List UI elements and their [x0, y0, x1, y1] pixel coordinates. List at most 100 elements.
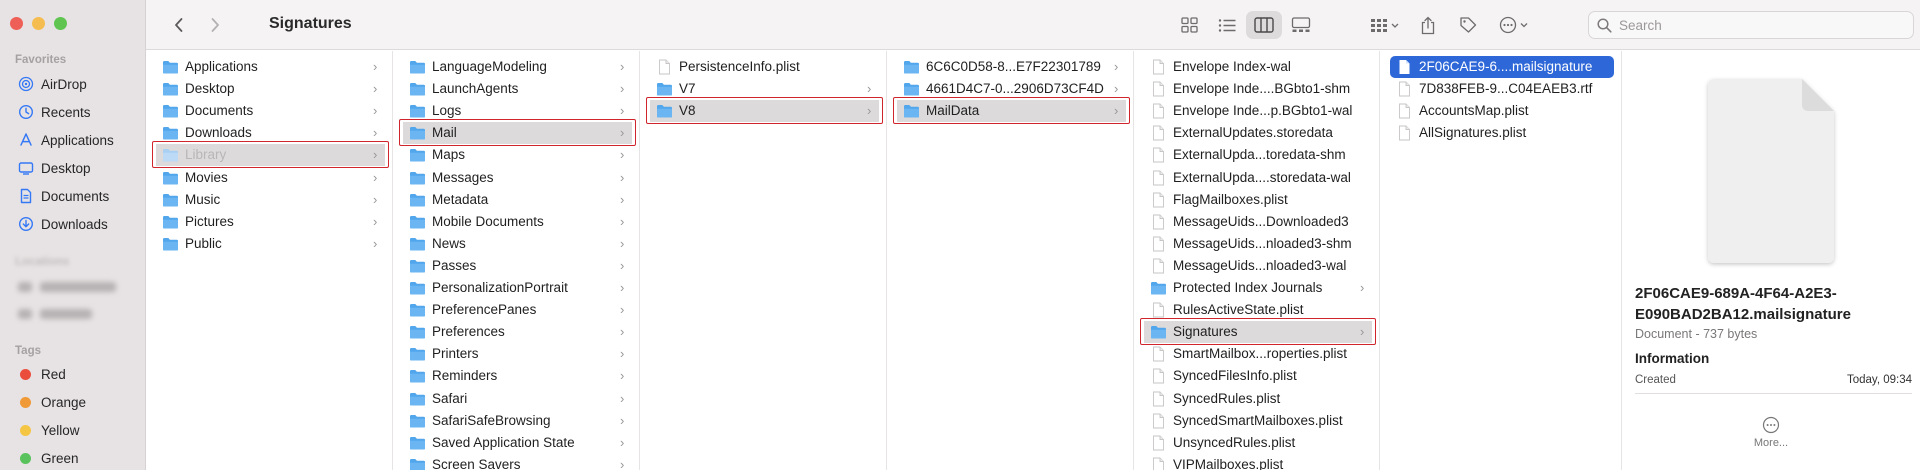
folder-row[interactable]: Preferences ›: [394, 321, 639, 343]
sidebar-item-applications[interactable]: Applications: [18, 129, 114, 151]
file-row[interactable]: MessageUids...nloaded3-wal: [1135, 255, 1379, 277]
sidebar-item-network-redacted[interactable]: [18, 306, 92, 322]
file-row[interactable]: Envelope Inde....BGbto1-shm: [1135, 78, 1379, 100]
sidebar-item-location-redacted[interactable]: [18, 279, 116, 295]
sidebar-item-recents[interactable]: Recents: [18, 101, 91, 123]
folder-row[interactable]: Messages ›: [394, 167, 639, 189]
zoom-window-button[interactable]: [54, 17, 67, 30]
file-row[interactable]: SyncedFilesInfo.plist: [1135, 365, 1379, 387]
file-row[interactable]: SmartMailbox...roperties.plist: [1135, 343, 1379, 365]
folder-row[interactable]: PersonalizationPortrait ›: [394, 277, 639, 299]
file-row[interactable]: VIPMailboxes.plist: [1135, 454, 1379, 470]
close-window-button[interactable]: [10, 17, 23, 30]
group-by-button[interactable]: [1364, 0, 1406, 50]
folder-row[interactable]: 4661D4C7-0...2906D73CF4D ›: [888, 78, 1133, 100]
folder-row[interactable]: Passes ›: [394, 255, 639, 277]
row-label: ExternalUpda...toredata-shm: [1173, 147, 1346, 163]
file-row[interactable]: RulesActiveState.plist: [1135, 299, 1379, 321]
file-row[interactable]: ExternalUpda...toredata-shm: [1135, 144, 1379, 166]
row-label: 2F06CAE9-6....mailsignature: [1419, 59, 1593, 74]
file-row[interactable]: ExternalUpdates.storedata: [1135, 122, 1379, 144]
folder-row[interactable]: Saved Application State ›: [394, 432, 639, 454]
file-row[interactable]: PersistenceInfo.plist: [641, 56, 886, 78]
folder-row[interactable]: Screen Savers ›: [394, 454, 639, 470]
document-icon: [1153, 457, 1164, 470]
folder-row[interactable]: Movies ›: [147, 167, 392, 189]
preview-created-label: Created: [1635, 374, 1676, 386]
sidebar-tag-orange[interactable]: Orange: [18, 391, 86, 413]
folder-row[interactable]: PreferencePanes ›: [394, 299, 639, 321]
folder-row[interactable]: Documents ›: [147, 100, 392, 122]
file-row[interactable]: Envelope Index-wal: [1135, 56, 1379, 78]
row-label: Preferences: [432, 324, 505, 340]
file-row[interactable]: AccountsMap.plist: [1381, 100, 1621, 122]
file-row[interactable]: SyncedSmartMailboxes.plist: [1135, 410, 1379, 432]
row-label: RulesActiveState.plist: [1173, 302, 1304, 318]
search-field[interactable]: [1588, 11, 1914, 39]
minimize-window-button[interactable]: [32, 17, 45, 30]
folder-row[interactable]: SafariSafeBrowsing ›: [394, 410, 639, 432]
file-row[interactable]: ExternalUpda....storedata-wal: [1135, 167, 1379, 189]
folder-row[interactable]: Logs ›: [394, 100, 639, 122]
sidebar-tag-red[interactable]: Red: [18, 363, 66, 385]
folder-row[interactable]: LanguageModeling ›: [394, 56, 639, 78]
folder-row[interactable]: V7 ›: [641, 78, 886, 100]
folder-row[interactable]: LaunchAgents ›: [394, 78, 639, 100]
sidebar-item-airdrop[interactable]: AirDrop: [18, 73, 87, 95]
row-label: Signatures: [1173, 324, 1238, 340]
chevron-right-icon: ›: [620, 257, 625, 273]
file-row[interactable]: MessageUids...nloaded3-shm: [1135, 233, 1379, 255]
folder-row[interactable]: MailData ›: [897, 100, 1126, 123]
file-row[interactable]: MessageUids...Downloaded3: [1135, 211, 1379, 233]
folder-row[interactable]: Reminders ›: [394, 365, 639, 387]
sidebar-item-documents[interactable]: Documents: [18, 185, 109, 207]
folder-row[interactable]: Protected Index Journals ›: [1135, 277, 1379, 299]
forward-button[interactable]: [202, 0, 228, 50]
sidebar-tag-green[interactable]: Green: [18, 447, 79, 469]
folder-row[interactable]: Signatures ›: [1144, 321, 1372, 344]
file-row[interactable]: 7D838FEB-9...C04EAEB3.rtf: [1381, 78, 1621, 100]
sidebar-tag-yellow[interactable]: Yellow: [18, 419, 80, 441]
sidebar-item-label: Red: [41, 366, 66, 382]
column-view-button[interactable]: [1246, 11, 1282, 39]
list-view-button[interactable]: [1209, 0, 1245, 50]
folder-row[interactable]: Public ›: [147, 233, 392, 255]
folder-row[interactable]: Printers ›: [394, 343, 639, 365]
tags-button[interactable]: [1452, 0, 1484, 50]
folder-row[interactable]: Pictures ›: [147, 211, 392, 233]
chevron-right-icon: ›: [867, 81, 872, 97]
folder-row[interactable]: Music ›: [147, 189, 392, 211]
folder-row[interactable]: Desktop ›: [147, 78, 392, 100]
folder-row[interactable]: Applications ›: [147, 56, 392, 78]
file-row[interactable]: UnsyncedRules.plist: [1135, 432, 1379, 454]
file-row[interactable]: AllSignatures.plist: [1381, 122, 1621, 144]
icon-view-button[interactable]: [1172, 0, 1208, 50]
document-icon: [1153, 346, 1164, 362]
sidebar-item-downloads[interactable]: Downloads: [18, 213, 108, 235]
sidebar-item-desktop[interactable]: Desktop: [18, 157, 91, 179]
folder-row[interactable]: V8 ›: [650, 100, 879, 123]
folder-row[interactable]: Mail ›: [403, 122, 632, 145]
folder-row[interactable]: Metadata ›: [394, 189, 639, 211]
folder-row[interactable]: 6C6C0D58-8...E7F22301789 ›: [888, 56, 1133, 78]
more-actions-button[interactable]: [1494, 0, 1536, 50]
sidebar-item-label: Orange: [41, 394, 87, 410]
folder-row[interactable]: Mobile Documents ›: [394, 211, 639, 233]
search-input[interactable]: [1619, 17, 1899, 33]
folder-row[interactable]: Safari ›: [394, 388, 639, 410]
file-row[interactable]: FlagMailboxes.plist: [1135, 189, 1379, 211]
gallery-view-button[interactable]: [1283, 0, 1319, 50]
preview-divider: [1635, 393, 1912, 394]
folder-row[interactable]: Downloads ›: [147, 122, 392, 144]
folder-row[interactable]: Library ›: [156, 144, 385, 167]
chevron-right-icon: ›: [620, 412, 625, 428]
folder-row[interactable]: News ›: [394, 233, 639, 255]
file-row[interactable]: Envelope Inde...p.BGbto1-wal: [1135, 100, 1379, 122]
file-row[interactable]: 2F06CAE9-6....mailsignature: [1390, 56, 1614, 78]
folder-row[interactable]: Maps ›: [394, 144, 639, 166]
back-button[interactable]: [166, 0, 192, 50]
more-button[interactable]: More...: [1750, 416, 1792, 449]
share-button[interactable]: [1412, 0, 1444, 50]
folder-icon: [410, 105, 425, 118]
file-row[interactable]: SyncedRules.plist: [1135, 388, 1379, 410]
